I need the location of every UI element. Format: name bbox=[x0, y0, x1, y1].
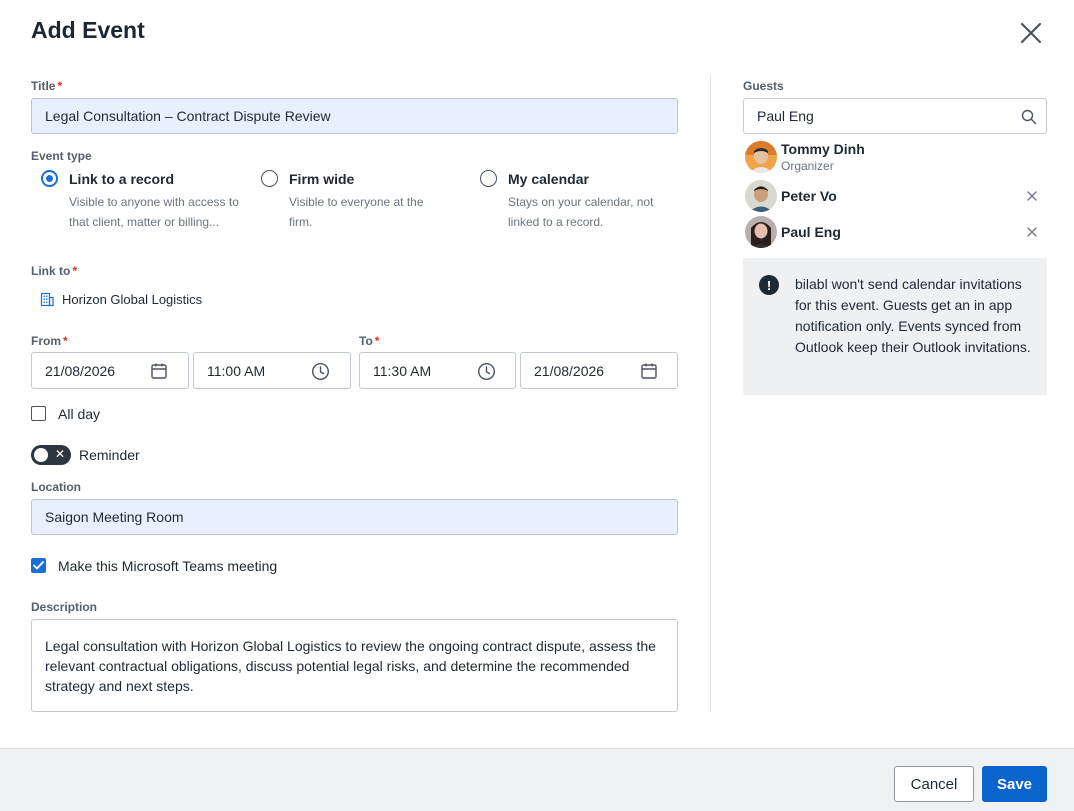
location-label: Location bbox=[31, 480, 81, 494]
radio-link-to-record-title: Link to a record bbox=[69, 171, 175, 187]
guests-label: Guests bbox=[743, 79, 784, 93]
location-input[interactable]: Saigon Meeting Room bbox=[31, 499, 678, 535]
to-time-value: 11:30 AM bbox=[373, 362, 432, 379]
guest-item: Tommy Dinh Organizer bbox=[745, 141, 1045, 175]
invitation-notice: ! bilabl won't send calendar invitations… bbox=[743, 258, 1047, 395]
event-type-label: Event type bbox=[31, 149, 92, 163]
radio-my-calendar-desc: Stays on your calendar, not linked to a … bbox=[508, 195, 654, 229]
radio-my-calendar-title: My calendar bbox=[508, 171, 589, 187]
dialog-title: Add Event bbox=[31, 17, 145, 43]
calendar-icon[interactable] bbox=[150, 362, 168, 380]
all-day-label: All day bbox=[58, 406, 101, 422]
toggle-off-icon: ✕ bbox=[54, 447, 65, 461]
dialog-footer: Cancel Save bbox=[0, 748, 1074, 811]
guests-search-value: Paul Eng bbox=[757, 108, 814, 124]
to-date-value: 21/08/2026 bbox=[534, 362, 605, 379]
remove-guest-button[interactable] bbox=[1025, 189, 1039, 203]
guest-name: Tommy Dinh bbox=[781, 141, 865, 157]
event-type-firm-wide[interactable]: Firm wide Visible to everyone at the fir… bbox=[261, 170, 461, 230]
toggle-knob bbox=[34, 448, 48, 462]
guest-item: Peter Vo bbox=[745, 180, 1045, 212]
from-time-value: 11:00 AM bbox=[207, 362, 266, 379]
close-icon bbox=[1027, 227, 1037, 237]
clock-icon[interactable] bbox=[477, 362, 496, 381]
radio-link-to-record-desc: Visible to anyone with access to that cl… bbox=[69, 195, 239, 229]
close-button[interactable] bbox=[1016, 18, 1046, 48]
link-to-label: Link to * bbox=[31, 264, 77, 278]
remove-guest-button[interactable] bbox=[1025, 225, 1039, 239]
title-input[interactable]: Legal Consultation – Contract Dispute Re… bbox=[31, 98, 678, 134]
guest-name: Paul Eng bbox=[781, 224, 841, 240]
close-icon bbox=[1027, 191, 1037, 201]
guests-search-input[interactable]: Paul Eng bbox=[743, 98, 1047, 134]
event-type-my-calendar[interactable]: My calendar Stays on your calendar, not … bbox=[480, 170, 680, 230]
avatar bbox=[745, 180, 777, 212]
event-type-link-to-record[interactable]: Link to a record Visible to anyone with … bbox=[41, 170, 256, 250]
radio-firm-wide-title: Firm wide bbox=[289, 171, 355, 187]
guest-role: Organizer bbox=[781, 159, 834, 173]
teams-meeting-label: Make this Microsoft Teams meeting bbox=[58, 558, 278, 574]
cancel-button[interactable]: Cancel bbox=[894, 766, 974, 802]
avatar bbox=[745, 141, 777, 173]
link-to-record[interactable]: Horizon Global Logistics bbox=[40, 292, 202, 307]
reminder-toggle[interactable]: ✕ bbox=[31, 445, 71, 465]
location-value: Saigon Meeting Room bbox=[45, 509, 184, 525]
radio-firm-wide-desc: Visible to everyone at the firm. bbox=[289, 195, 424, 229]
radio-link-to-record[interactable] bbox=[41, 170, 58, 187]
building-icon bbox=[40, 292, 54, 307]
from-time-input[interactable]: 11:00 AM bbox=[193, 352, 351, 389]
description-label: Description bbox=[31, 600, 98, 614]
check-icon bbox=[33, 561, 44, 570]
radio-firm-wide[interactable] bbox=[261, 170, 278, 187]
to-time-input[interactable]: 11:30 AM bbox=[359, 352, 516, 389]
to-label: To * bbox=[359, 334, 380, 348]
column-divider bbox=[710, 76, 711, 712]
notice-text: bilabl won't send calendar invitations f… bbox=[795, 276, 1031, 355]
description-textarea[interactable]: Legal consultation with Horizon Global L… bbox=[31, 619, 678, 712]
from-date-input[interactable]: 21/08/2026 bbox=[31, 352, 189, 389]
link-to-value: Horizon Global Logistics bbox=[62, 292, 203, 307]
to-date-input[interactable]: 21/08/2026 bbox=[520, 352, 678, 389]
search-icon bbox=[1021, 109, 1037, 125]
close-icon bbox=[1020, 22, 1042, 44]
radio-my-calendar[interactable] bbox=[480, 170, 497, 187]
alert-icon: ! bbox=[759, 275, 779, 295]
save-button[interactable]: Save bbox=[982, 766, 1047, 802]
all-day-checkbox[interactable] bbox=[31, 406, 46, 421]
from-label: From * bbox=[31, 334, 68, 348]
guest-item: Paul Eng bbox=[745, 216, 1045, 248]
clock-icon[interactable] bbox=[311, 362, 330, 381]
title-label: Title * bbox=[31, 79, 63, 93]
teams-meeting-checkbox[interactable] bbox=[31, 558, 46, 573]
avatar bbox=[745, 216, 777, 248]
guest-name: Peter Vo bbox=[781, 188, 837, 204]
reminder-label: Reminder bbox=[79, 447, 140, 463]
title-input-value: Legal Consultation – Contract Dispute Re… bbox=[45, 108, 331, 124]
from-date-value: 21/08/2026 bbox=[45, 362, 116, 379]
calendar-icon[interactable] bbox=[640, 362, 658, 380]
